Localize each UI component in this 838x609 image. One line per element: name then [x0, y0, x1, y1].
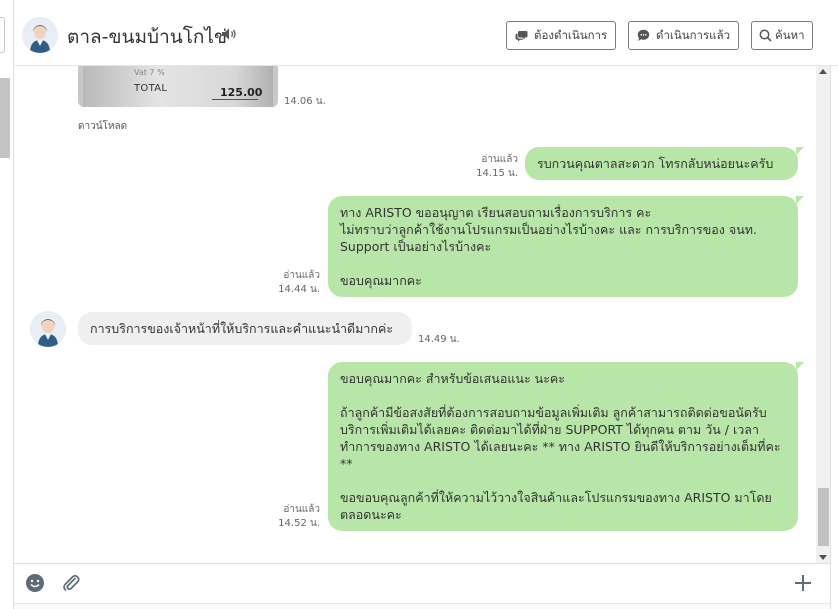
chat-bubble-icon: [515, 30, 528, 41]
contact-avatar[interactable]: [22, 17, 58, 53]
message-text: ขอขอบคุณลูกค้าที่ให้ความไว้วางใจสินค้าแล…: [340, 490, 772, 522]
receipt-image-attachment[interactable]: Vat 7 % TOTAL 125.00: [78, 66, 278, 107]
pending-filter-label: ต้องดำเนินการ: [534, 27, 608, 42]
done-filter-button[interactable]: ดำเนินการแล้ว: [628, 21, 740, 50]
message-text: รบกวนคุณตาลสะดวก โทรกลับหน่อยนะครับ: [537, 156, 774, 171]
message-text: ขอบคุณมากคะ: [340, 273, 422, 288]
paperclip-icon[interactable]: [61, 573, 81, 593]
search-label: ค้นหา: [775, 27, 805, 42]
message-text: ถ้าลูกค้ามีข้อสงสัยที่ต้องการสอบถามข้อมู…: [340, 405, 785, 471]
left-panel-scrollbar[interactable]: [0, 78, 10, 158]
download-link[interactable]: ดาวน์โหลด: [78, 119, 127, 134]
message-time: 14.44 น.: [278, 284, 320, 295]
emoji-icon[interactable]: [25, 573, 45, 593]
message-scrollbar[interactable]: [816, 66, 830, 563]
bubble-tail: [796, 147, 804, 155]
message-time: 14.06 น.: [284, 96, 326, 107]
receipt-total-label: TOTAL: [134, 83, 168, 94]
right-divider: [830, 66, 831, 609]
message-list[interactable]: Vat 7 % TOTAL 125.00 14.06 น. ดาวน์โหลด …: [14, 66, 816, 563]
scrollbar-thumb[interactable]: [818, 488, 829, 546]
message-composer: [14, 563, 830, 603]
incoming-message: การบริการของเจ้าหน้าที่ให้บริการและคำแนะ…: [78, 312, 412, 345]
message-text: ขอบคุณมากคะ สำหรับข้อเสนอแนะ นะคะ: [340, 371, 565, 386]
message-status: อ่านแล้ว 14.44 น.: [256, 269, 320, 297]
outgoing-message: ขอบคุณมากคะ สำหรับข้อเสนอแนะ นะคะ ถ้าลูก…: [328, 362, 804, 531]
bottom-edge: [14, 603, 830, 609]
message-text: ทาง ARISTO ขออนุญาต เรียนสอบถามเรื่องการ…: [340, 205, 757, 254]
done-filter-label: ดำเนินการแล้ว: [656, 27, 731, 42]
outgoing-message: ทาง ARISTO ขออนุญาต เรียนสอบถามเรื่องการ…: [328, 196, 804, 297]
receipt-vat-label: Vat 7 %: [134, 68, 165, 77]
scroll-down-arrow-icon[interactable]: [819, 555, 827, 560]
speaker-icon[interactable]: [221, 27, 237, 41]
receipt-underline: [212, 99, 258, 100]
pending-filter-button[interactable]: ต้องดำเนินการ: [506, 21, 617, 50]
message-time: 14.15 น.: [476, 168, 518, 179]
message-status: อ่านแล้ว 14.15 น.: [454, 153, 518, 181]
avatar-image: [30, 311, 66, 347]
message-status: อ่านแล้ว 14.52 น.: [256, 503, 320, 531]
chat-window: ตาล-ขนมบ้านโกไข่ ต้องดำเนินการ ดำเนินการ…: [0, 0, 838, 609]
receipt-total-value: 125.00: [220, 86, 263, 99]
message-time: 14.49 น.: [418, 334, 460, 345]
sender-avatar[interactable]: [30, 311, 66, 347]
avatar-image: [22, 17, 58, 53]
bubble-tail: [796, 196, 804, 204]
left-panel-edge: [0, 0, 14, 609]
search-icon: [759, 29, 772, 42]
chat-title: ตาล-ขนมบ้านโกไข่: [67, 26, 227, 48]
message-text: การบริการของเจ้าหน้าที่ให้บริการและคำแนะ…: [90, 321, 394, 336]
plus-icon[interactable]: [794, 574, 812, 592]
chat-header: ตาล-ขนมบ้านโกไข่ ต้องดำเนินการ ดำเนินการ…: [14, 0, 838, 66]
outgoing-message: รบกวนคุณตาลสะดวก โทรกลับหน่อยนะครับ: [525, 147, 804, 180]
bubble-tail: [796, 362, 804, 370]
search-button[interactable]: ค้นหา: [751, 21, 813, 50]
read-receipt: อ่านแล้ว: [283, 504, 320, 515]
message-time: 14.52 น.: [278, 518, 320, 529]
left-panel-handle[interactable]: [0, 17, 5, 53]
scroll-up-arrow-icon[interactable]: [819, 69, 827, 74]
read-receipt: อ่านแล้ว: [481, 154, 518, 165]
chat-dots-icon: [637, 29, 650, 41]
read-receipt: อ่านแล้ว: [283, 270, 320, 281]
